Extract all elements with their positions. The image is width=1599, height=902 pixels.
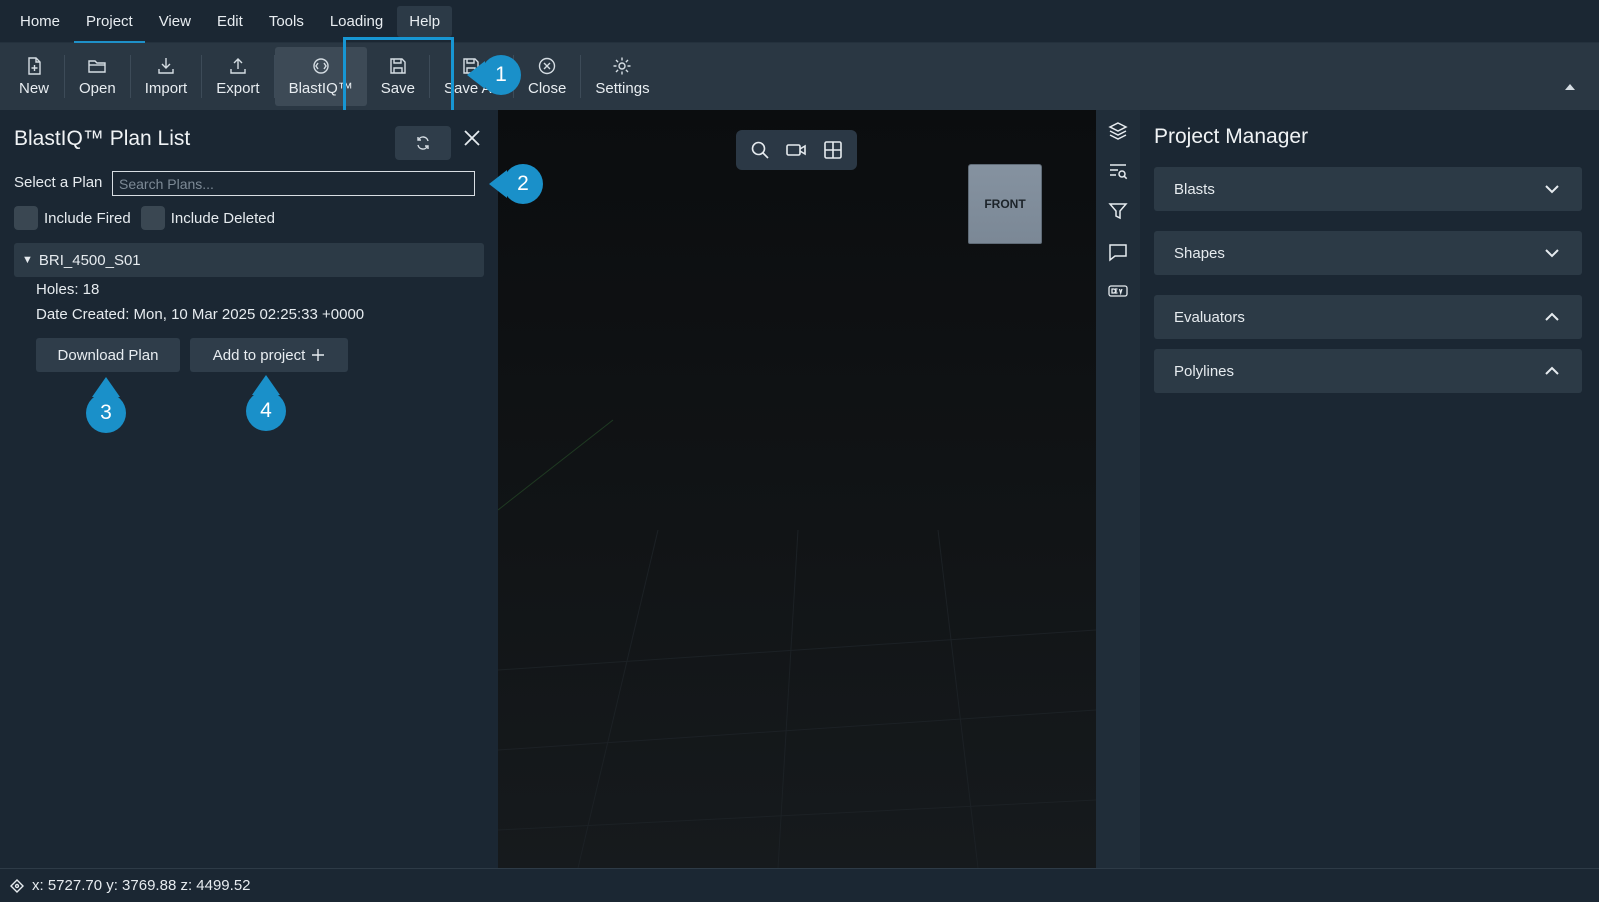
filter-icon[interactable]	[1107, 200, 1129, 222]
callout-3: 3	[86, 377, 126, 433]
callout-2: 2	[489, 164, 543, 204]
menu-edit[interactable]: Edit	[205, 6, 255, 37]
include-deleted-checkbox[interactable]: Include Deleted	[140, 206, 275, 230]
new-label: New	[18, 80, 49, 97]
plus-icon	[312, 349, 325, 361]
3d-viewport[interactable]: FRONT	[498, 110, 1096, 868]
coordinate-readout: x: 5727.70 y: 3769.88 z: 4499.52	[32, 877, 251, 894]
blastiq-icon	[312, 58, 329, 74]
callout-number: 2	[517, 172, 529, 195]
search-plans-input[interactable]	[112, 171, 475, 196]
plan-name: BRI_4500_S01	[38, 251, 141, 269]
expand-triangle-icon[interactable]: ▼	[22, 254, 33, 266]
menu-bar: Home Project View Edit Tools Loading Hel…	[0, 0, 1599, 44]
close-button[interactable]: Close	[514, 43, 580, 110]
include-deleted-label: Include Deleted	[170, 209, 275, 227]
include-fired-label: Include Fired	[44, 209, 131, 227]
dev-icon[interactable]	[1107, 280, 1129, 302]
add-to-project-button[interactable]: Add to project	[190, 338, 348, 372]
callout-1: 1	[467, 55, 521, 95]
section-polylines[interactable]: Polylines	[1154, 349, 1582, 393]
view-cube[interactable]: FRONT	[968, 164, 1042, 244]
download-plan-button[interactable]: Download Plan	[36, 338, 180, 372]
new-file-icon	[28, 57, 41, 75]
close-label: Close	[528, 80, 567, 97]
export-button[interactable]: Export	[202, 43, 273, 110]
new-button[interactable]: New	[4, 43, 64, 110]
blastiq-button[interactable]: BlastIQ™	[274, 47, 367, 106]
section-shapes[interactable]: Shapes	[1154, 231, 1582, 275]
status-bar: x: 5727.70 y: 3769.88 z: 4499.52	[0, 868, 1599, 902]
upload-icon	[230, 58, 246, 74]
save-button[interactable]: Save	[367, 43, 429, 110]
plan-item-header[interactable]: ▼ BRI_4500_S01	[14, 243, 484, 277]
import-button[interactable]: Import	[131, 43, 202, 110]
menu-project[interactable]: Project	[74, 6, 145, 44]
grid-layout-icon[interactable]	[822, 139, 844, 161]
menu-help[interactable]: Help	[397, 5, 453, 37]
download-plan-label: Download Plan	[57, 346, 159, 364]
project-manager-panel: Project Manager Blasts Shapes Evaluators…	[1140, 110, 1599, 868]
chevron-down-icon	[1545, 185, 1559, 194]
panel-title: BlastIQ™ Plan List	[14, 127, 191, 150]
menu-home[interactable]: Home	[8, 6, 72, 37]
export-label: Export	[216, 80, 260, 97]
plan-date-created: Date Created: Mon, 10 Mar 2025 02:25:33 …	[36, 306, 365, 323]
import-label: Import	[144, 80, 188, 97]
side-icon-strip	[1096, 110, 1140, 868]
settings-button[interactable]: Settings	[581, 43, 663, 110]
plan-list-panel: BlastIQ™ Plan List Select a Plan Include…	[0, 110, 498, 868]
include-fired-checkbox[interactable]: Include Fired	[14, 206, 131, 230]
layers-icon[interactable]	[1107, 120, 1129, 142]
callout-4: 4	[246, 375, 286, 431]
ribbon-toolbar: New Open Import Export BlastIQ™ Save Sav…	[0, 43, 1599, 110]
camera-icon[interactable]	[785, 139, 807, 161]
download-icon	[158, 58, 174, 74]
gear-icon	[613, 57, 631, 75]
refresh-button[interactable]	[395, 126, 451, 160]
section-polylines-label: Polylines	[1174, 362, 1235, 380]
open-button[interactable]: Open	[65, 43, 130, 110]
menu-loading[interactable]: Loading	[318, 6, 395, 37]
section-evaluators-label: Evaluators	[1174, 308, 1245, 326]
section-shapes-label: Shapes	[1174, 244, 1225, 262]
callout-number: 3	[100, 401, 112, 424]
plan-holes: Holes: 18	[36, 281, 100, 298]
search-icon[interactable]	[749, 139, 771, 161]
select-plan-label: Select a Plan	[14, 174, 103, 191]
refresh-icon	[417, 136, 429, 150]
open-label: Open	[79, 80, 116, 97]
settings-label: Settings	[595, 80, 650, 97]
section-evaluators[interactable]: Evaluators	[1154, 295, 1582, 339]
collapse-ribbon-icon[interactable]	[1565, 84, 1575, 90]
checkbox-box[interactable]	[14, 206, 38, 230]
close-circle-icon	[538, 57, 556, 75]
callout-number: 1	[495, 63, 507, 86]
save-icon	[390, 58, 406, 74]
project-manager-title: Project Manager	[1154, 125, 1309, 148]
list-search-icon[interactable]	[1107, 160, 1129, 182]
viewport-toolbar	[736, 130, 857, 170]
menu-tools[interactable]: Tools	[257, 6, 316, 37]
save-label: Save	[380, 80, 415, 97]
chevron-up-icon	[1545, 366, 1559, 375]
close-panel-icon[interactable]	[462, 128, 482, 148]
add-to-project-label: Add to project	[212, 346, 306, 364]
blastiq-label: BlastIQ™	[288, 80, 353, 97]
section-blasts[interactable]: Blasts	[1154, 167, 1582, 211]
chevron-down-icon	[1545, 249, 1559, 258]
folder-open-icon	[88, 60, 107, 73]
checkbox-box[interactable]	[140, 206, 165, 230]
filter-row: Include Fired Include Deleted	[14, 206, 285, 230]
crosshair-icon	[10, 878, 24, 893]
callout-number: 4	[260, 399, 272, 422]
cube-face-label: FRONT	[984, 197, 1026, 211]
menu-view[interactable]: View	[147, 6, 203, 37]
chevron-up-icon	[1545, 312, 1559, 321]
comment-icon[interactable]	[1107, 241, 1129, 263]
section-blasts-label: Blasts	[1174, 180, 1215, 198]
